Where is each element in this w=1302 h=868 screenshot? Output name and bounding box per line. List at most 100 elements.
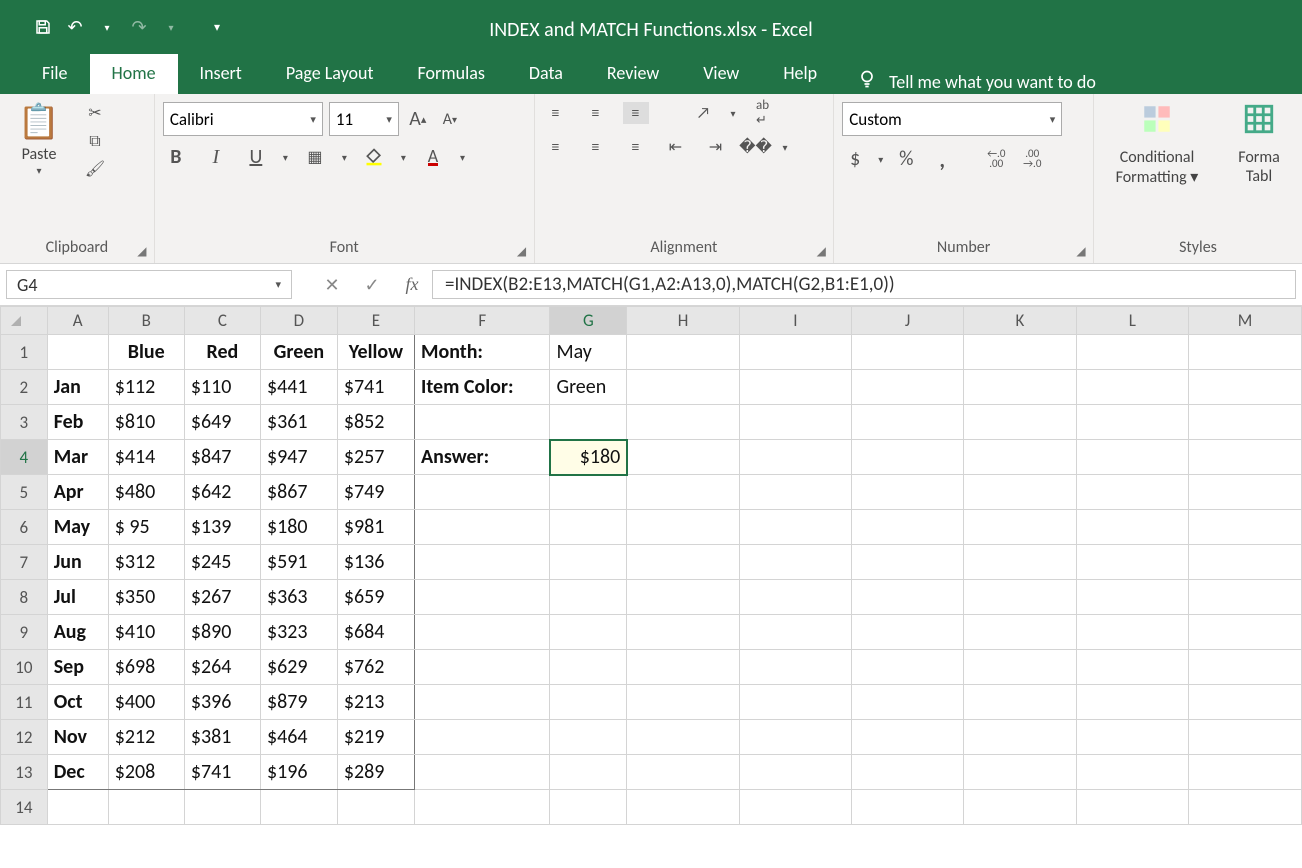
fill-color-icon[interactable] [361,146,387,168]
cell[interactable] [627,580,740,615]
cell[interactable] [852,755,964,790]
cell[interactable] [1188,510,1301,545]
cell[interactable]: Feb [47,405,108,440]
cell[interactable] [852,440,964,475]
cell[interactable]: $981 [337,510,414,545]
cell[interactable] [964,545,1076,580]
cell[interactable] [964,405,1076,440]
cell[interactable] [550,580,627,615]
cell[interactable] [739,405,851,440]
cell[interactable] [1076,755,1188,790]
cell[interactable] [739,650,851,685]
cell[interactable] [1076,650,1188,685]
paste-dropdown-icon[interactable]: ▾ [36,164,41,177]
cell[interactable]: $441 [260,370,337,405]
cell[interactable]: $867 [260,475,337,510]
cell[interactable]: $414 [108,440,184,475]
cell[interactable] [414,755,549,790]
column-header[interactable]: K [964,307,1076,335]
tab-data[interactable]: Data [507,52,585,94]
cell[interactable] [627,475,740,510]
cell[interactable] [1076,405,1188,440]
increase-font-icon[interactable]: A▴ [405,108,431,130]
cell[interactable] [852,720,964,755]
undo-dropdown-icon[interactable]: ▾ [96,16,118,38]
cell[interactable] [964,790,1076,825]
cell[interactable] [739,615,851,650]
cell[interactable] [739,580,851,615]
font-color-icon[interactable]: A [420,146,446,168]
cell[interactable] [550,650,627,685]
cell[interactable]: Month: [414,335,549,370]
select-all-corner[interactable] [1,307,48,335]
column-header[interactable]: A [47,307,108,335]
cell[interactable] [414,580,549,615]
row-header[interactable]: 13 [1,755,48,790]
tab-help[interactable]: Help [761,52,839,94]
border-dropdown-icon[interactable]: ▾ [342,151,347,164]
cell[interactable] [550,790,627,825]
increase-indent-icon[interactable]: ⇥ [703,136,729,158]
cell[interactable]: $749 [337,475,414,510]
cell[interactable] [108,790,184,825]
cell[interactable] [414,685,549,720]
cell[interactable]: $698 [108,650,184,685]
orientation-dropdown-icon[interactable]: ▾ [731,107,736,120]
increase-decimal-icon[interactable]: ←.0.00 [983,148,1009,170]
tab-page-layout[interactable]: Page Layout [264,52,396,94]
cell[interactable]: $741 [184,755,260,790]
cell[interactable]: $245 [184,545,260,580]
cell[interactable]: May [550,335,627,370]
cell[interactable]: $257 [337,440,414,475]
italic-button[interactable]: I [203,146,229,168]
row-header[interactable]: 8 [1,580,48,615]
row-header[interactable]: 11 [1,685,48,720]
cell[interactable]: $267 [184,580,260,615]
row-header[interactable]: 2 [1,370,48,405]
chevron-down-icon[interactable]: ▾ [275,278,281,291]
align-bottom-icon[interactable]: ≡ [623,102,649,124]
cell[interactable] [414,405,549,440]
cell[interactable] [852,580,964,615]
dialog-launcher-icon[interactable]: ◢ [1073,243,1089,259]
cell[interactable] [852,335,964,370]
cell[interactable] [627,615,740,650]
cell[interactable] [47,335,108,370]
align-center-icon[interactable]: ≡ [583,136,609,158]
cell[interactable] [1076,580,1188,615]
cell[interactable] [550,405,627,440]
decrease-font-icon[interactable]: A▾ [437,108,463,130]
cell[interactable]: $480 [108,475,184,510]
cell[interactable] [739,720,851,755]
cell[interactable] [1188,755,1301,790]
cell[interactable]: $312 [108,545,184,580]
cell[interactable] [627,685,740,720]
cell[interactable]: $400 [108,685,184,720]
cell[interactable] [739,370,851,405]
cell[interactable]: $591 [260,545,337,580]
cell[interactable] [1188,580,1301,615]
cell[interactable]: Nov [47,720,108,755]
cell[interactable]: May [47,510,108,545]
format-painter-icon[interactable]: 🖌 [82,158,108,180]
dialog-launcher-icon[interactable]: ◢ [813,243,829,259]
align-middle-icon[interactable]: ≡ [583,102,609,124]
cell[interactable]: $947 [260,440,337,475]
cell[interactable] [1076,510,1188,545]
cell[interactable]: $890 [184,615,260,650]
row-header[interactable]: 6 [1,510,48,545]
cell[interactable]: $642 [184,475,260,510]
row-header[interactable]: 14 [1,790,48,825]
row-header[interactable]: 3 [1,405,48,440]
cell[interactable] [1076,615,1188,650]
cancel-icon[interactable]: ✕ [312,264,352,305]
cell[interactable] [414,475,549,510]
cell[interactable]: $219 [337,720,414,755]
cell[interactable] [627,720,740,755]
number-format-select[interactable]: Custom▾ [842,102,1062,136]
cell[interactable] [1076,685,1188,720]
cell[interactable]: Mar [47,440,108,475]
percent-format-icon[interactable]: % [893,148,919,170]
row-header[interactable]: 1 [1,335,48,370]
cell[interactable] [852,790,964,825]
